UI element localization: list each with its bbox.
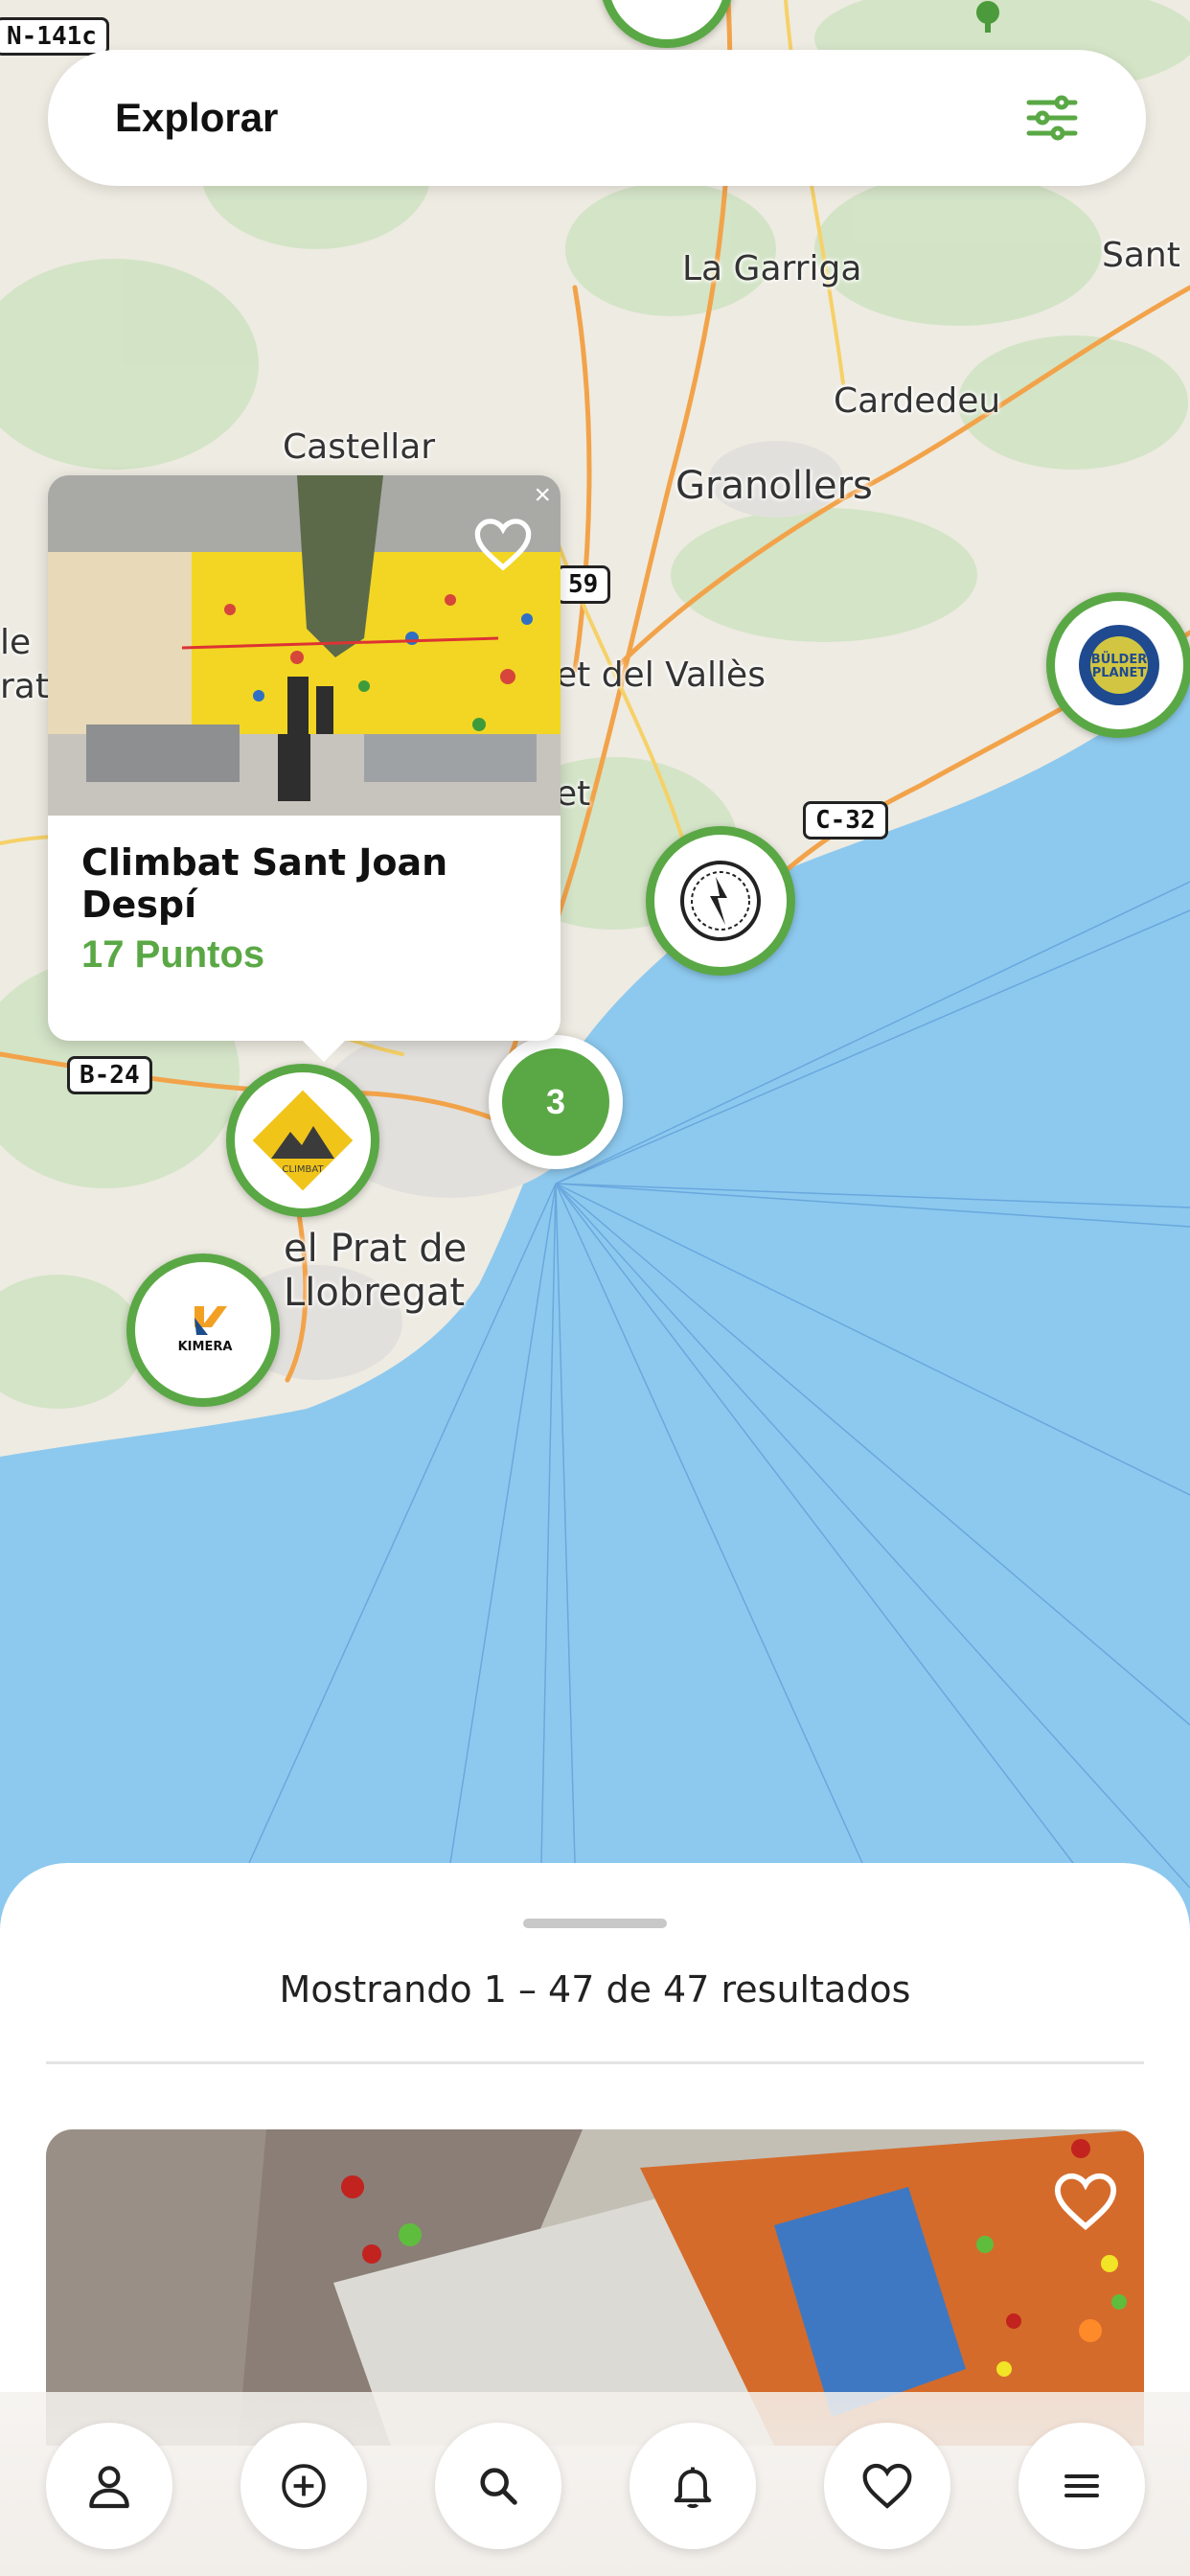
place-label-granollers: Granollers (675, 464, 873, 508)
close-popup-button[interactable]: × (534, 479, 551, 512)
place-label-et: et (556, 774, 591, 814)
results-count-text: Mostrando 1 – 47 de 47 resultados (279, 1968, 911, 2011)
bell-icon (674, 2467, 712, 2509)
divider (46, 2061, 1144, 2064)
kimera-logo-icon: KIMERA (178, 1306, 233, 1354)
map-marker-bulder-planet[interactable]: BÜLDER PLANET (1046, 592, 1190, 738)
search-icon (480, 2468, 517, 2505)
svg-text:CLIMBAT: CLIMBAT (282, 1164, 324, 1175)
sheet-drag-handle[interactable] (523, 1919, 667, 1928)
gym-round-logo-icon (680, 861, 761, 941)
svg-text:KIMERA: KIMERA (178, 1340, 233, 1354)
gym-popup-card[interactable]: × Climbat Sant Joan Despí 17 Puntos (48, 475, 561, 1062)
road-shield-n141c: N-141c (0, 17, 109, 56)
place-label-sant: Sant (1102, 236, 1180, 275)
nav-search-button[interactable] (435, 2423, 561, 2549)
place-label-le: le (0, 623, 32, 662)
place-label-castellar: Castellar (283, 427, 436, 467)
road-shield-c32: C-32 (803, 801, 888, 840)
nav-favorites-button[interactable] (824, 2423, 950, 2549)
map-cluster-marker[interactable]: 3 (489, 1035, 623, 1169)
profile-icon (89, 2466, 129, 2509)
road-shield-59: 59 (556, 565, 611, 604)
place-label-cardedeu: Cardedeu (834, 381, 1001, 421)
park-tree-icon (976, 1, 999, 33)
gym-points: 17 Puntos (81, 933, 265, 976)
add-icon (282, 2464, 326, 2508)
place-label-la-garriga: La Garriga (682, 249, 862, 288)
map-marker-climbat[interactable]: CLIMBAT (226, 1064, 379, 1217)
bulder-planet-logo-icon: BÜLDER PLANET (1079, 625, 1159, 705)
place-label-el-prat: el Prat de (284, 1227, 468, 1271)
place-label-llobregat: Llobregat (284, 1271, 466, 1315)
map-marker-kimera[interactable]: KIMERA (126, 1254, 280, 1407)
nav-add-button[interactable] (240, 2423, 367, 2549)
card-favorite-button[interactable] (1052, 2168, 1119, 2235)
popup-favorite-button[interactable] (472, 514, 534, 575)
nav-profile-button[interactable] (46, 2423, 172, 2549)
map-marker-gym-round-logo[interactable] (646, 826, 795, 976)
climbat-logo-icon: CLIMBAT (252, 1090, 354, 1191)
menu-icon (1064, 2474, 1099, 2497)
place-label-del-valles: et del Vallès (556, 656, 766, 695)
place-label-rat: rat (0, 667, 49, 706)
heart-icon (862, 2463, 912, 2509)
explore-header-bar: Explorar (48, 50, 1146, 186)
nav-menu-button[interactable] (1018, 2423, 1145, 2549)
filter-button[interactable] (1023, 89, 1081, 147)
gym-name: Climbat Sant Joan Despí (81, 841, 448, 926)
road-shield-b24: B-24 (67, 1056, 152, 1094)
sliders-icon (1026, 95, 1078, 141)
nav-notifications-button[interactable] (629, 2423, 756, 2549)
heart-icon (1054, 2173, 1117, 2231)
svg-text:PLANET: PLANET (1092, 666, 1147, 680)
page-title: Explorar (115, 95, 279, 140)
bottom-navigation (0, 2392, 1190, 2576)
svg-text:BÜLDER: BÜLDER (1091, 652, 1147, 667)
heart-icon (474, 518, 532, 571)
